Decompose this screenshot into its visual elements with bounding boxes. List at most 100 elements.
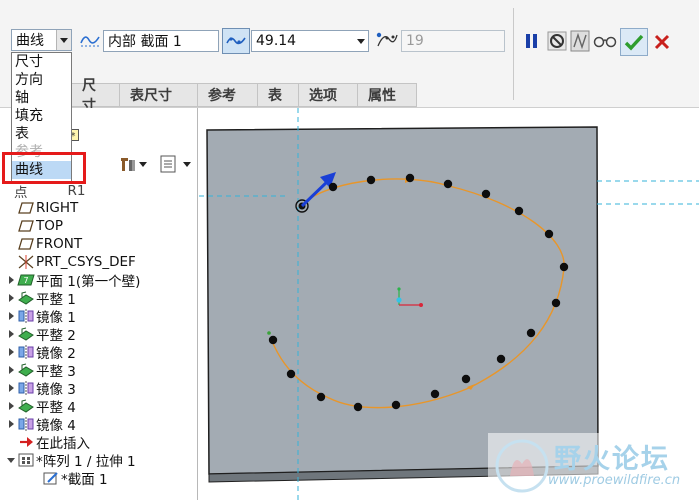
confirm-checkmark-icon[interactable]	[620, 28, 648, 56]
expand-toggle-icon[interactable]	[5, 420, 17, 428]
tree-item-label: 平面 1(第一个壁)	[36, 274, 141, 290]
member-point[interactable]	[328, 182, 338, 192]
tree-item[interactable]: *截面 1	[30, 469, 108, 488]
member-point[interactable]	[268, 335, 278, 345]
no-preview-icon[interactable]	[546, 30, 568, 52]
mirror-icon	[17, 344, 35, 360]
tab-options[interactable]: 选项	[299, 83, 358, 107]
verify-glasses-icon[interactable]	[593, 31, 617, 51]
mirror-icon	[17, 416, 35, 432]
tree-item-label: *阵列 1 / 拉伸 1	[36, 454, 136, 470]
spacing-value-combo[interactable]: 49.14	[251, 30, 369, 52]
member-point[interactable]	[316, 392, 326, 402]
tree-item[interactable]: 7 平面 1(第一个壁)	[5, 271, 141, 290]
spacing-value: 49.14	[256, 33, 297, 49]
member-point[interactable]	[526, 328, 536, 338]
chevron-down-icon[interactable]	[56, 30, 71, 50]
tree-item-label: 在此插入	[36, 436, 90, 452]
tree-partial-suffix: R1	[67, 183, 86, 199]
tab-table-dimensions[interactable]: 表尺寸	[120, 83, 198, 107]
member-point[interactable]	[551, 298, 561, 308]
datum-plane-icon	[17, 218, 35, 234]
tab-properties[interactable]: 属性	[358, 83, 417, 107]
tree-settings-icon[interactable]	[117, 154, 137, 174]
tab-dimensions[interactable]: 尺寸	[72, 78, 120, 114]
watermark-url: www.proewildfire.cn	[548, 473, 681, 488]
expand-toggle-icon[interactable]	[5, 366, 17, 374]
member-point[interactable]	[514, 206, 524, 216]
tab-table[interactable]: 表	[258, 83, 299, 107]
show-list-icon[interactable]	[158, 154, 178, 174]
curve-reference-icon[interactable]	[79, 31, 101, 49]
tree-item[interactable]: 镜像 2	[5, 343, 76, 362]
tree-item[interactable]: 平整 3	[5, 361, 76, 380]
csys-x-tip	[419, 303, 423, 307]
member-point[interactable]	[496, 354, 506, 364]
expand-toggle-icon[interactable]	[5, 330, 17, 338]
tree-item[interactable]: FRONT	[5, 235, 82, 253]
member-point[interactable]	[286, 369, 296, 379]
tree-item-label: 平整 1	[36, 292, 76, 308]
mirror-icon	[17, 380, 35, 396]
section-reference-field[interactable]: 内部 截面 1	[103, 30, 219, 52]
dropdown-option[interactable]: 表	[12, 125, 71, 143]
expand-toggle-icon[interactable]	[5, 384, 17, 392]
member-count-field[interactable]: 19	[401, 30, 505, 52]
expand-toggle-icon[interactable]	[5, 457, 17, 463]
pattern-type-combo[interactable]: 曲线	[11, 29, 72, 51]
watermark-title: 野火论坛	[554, 444, 670, 475]
tree-item[interactable]: 镜像 4	[5, 415, 76, 434]
flat-wall-icon	[17, 290, 35, 306]
member-point[interactable]	[430, 389, 440, 399]
pause-icon[interactable]	[522, 30, 542, 52]
member-point[interactable]	[481, 189, 491, 199]
tree-item[interactable]: TOP	[5, 217, 63, 235]
tree-item[interactable]: 镜像 3	[5, 379, 76, 398]
member-point[interactable]	[559, 262, 569, 272]
member-point[interactable]	[366, 175, 376, 185]
member-point[interactable]	[391, 400, 401, 410]
member-point[interactable]	[353, 402, 363, 412]
tree-item-label: 平整 3	[36, 364, 76, 380]
expand-toggle-icon[interactable]	[5, 294, 17, 302]
tree-item[interactable]: *阵列 1 / 拉伸 1	[5, 451, 136, 470]
tree-item-label: 平整 2	[36, 328, 76, 344]
tree-item-label: 平整 4	[36, 400, 76, 416]
cancel-x-icon[interactable]	[651, 31, 673, 53]
member-point[interactable]	[443, 179, 453, 189]
number-of-members-icon[interactable]	[375, 29, 399, 51]
member-point[interactable]	[461, 374, 471, 384]
tree-item[interactable]: 镜像 1	[5, 307, 76, 326]
tree-item-label: 镜像 2	[36, 346, 76, 362]
geometry-preview-icon[interactable]	[569, 29, 591, 53]
spacing-mode-icon[interactable]	[222, 28, 250, 54]
tree-item[interactable]: PRT_CSYS_DEF	[5, 253, 136, 271]
member-point[interactable]	[405, 173, 415, 183]
curve-end-marker	[267, 331, 271, 335]
dropdown-option[interactable]: 填充	[12, 107, 71, 125]
insert-here-arrow-icon	[17, 434, 35, 450]
tree-item[interactable]: 平整 4	[5, 397, 76, 416]
expand-toggle-icon[interactable]	[5, 402, 17, 410]
tree-item-label: *截面 1	[61, 472, 108, 488]
dropdown-option[interactable]: 轴	[12, 89, 71, 107]
chevron-down-icon[interactable]	[182, 158, 192, 170]
member-point[interactable]	[544, 229, 554, 239]
expand-toggle-icon[interactable]	[5, 312, 17, 320]
member-count-value: 19	[406, 33, 424, 49]
chevron-down-icon[interactable]	[138, 158, 148, 170]
datum-plane-icon	[17, 236, 35, 252]
tree-item[interactable]: 平整 1	[5, 289, 76, 308]
tab-references[interactable]: 参考	[198, 83, 258, 107]
tree-item[interactable]: 平整 2	[5, 325, 76, 344]
expand-toggle-icon[interactable]	[5, 348, 17, 356]
dropdown-option[interactable]: 尺寸	[12, 53, 71, 71]
tree-item-label: TOP	[36, 218, 64, 234]
chevron-down-icon[interactable]	[353, 31, 368, 51]
tree-item[interactable]: 在此插入	[5, 433, 90, 452]
expand-toggle-icon[interactable]	[5, 276, 17, 284]
dropdown-option[interactable]: 方向	[12, 71, 71, 89]
annotation-highlight-box	[2, 152, 86, 184]
tree-item[interactable]: RIGHT	[5, 199, 78, 217]
tree-partial-row: 点 R1	[14, 182, 86, 201]
